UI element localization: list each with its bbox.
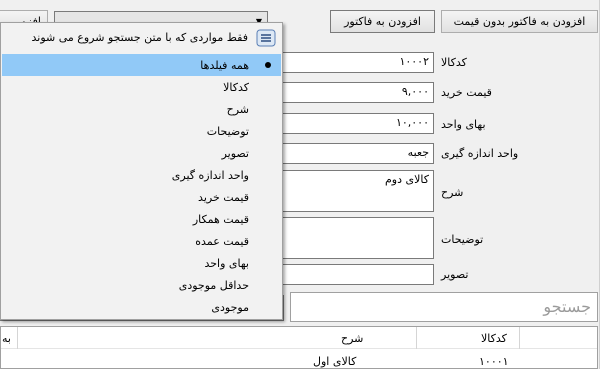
column-header-unit-price[interactable]: به	[2, 332, 11, 345]
add-to-invoice-button[interactable]: افزودن به فاکتور	[330, 10, 435, 33]
menu-item-label: کدکالا	[223, 80, 249, 94]
product-code-label: کدکالا	[441, 56, 467, 69]
menu-item-label: توضیحات	[206, 124, 249, 138]
notes-label: توضیحات	[441, 233, 484, 246]
menu-item-all-fields[interactable]: همه فیلدها	[2, 54, 281, 76]
menu-item-label: بهای واحد	[204, 256, 249, 270]
column-header-code[interactable]: کدکالا	[481, 332, 507, 345]
purchase-price-label: قیمت خرید	[441, 86, 492, 99]
image-field[interactable]	[278, 264, 434, 285]
menu-item-min-stock[interactable]: حداقل موجودی	[2, 274, 281, 296]
filter-lines-icon	[256, 29, 276, 47]
starts-with-option[interactable]: فقط مواردی که با متن جستجو شروع می شوند	[1, 23, 282, 53]
table-row-code[interactable]: ۱۰۰۰۱	[479, 355, 509, 368]
description-label: شرح	[441, 186, 464, 199]
menu-item-partner-price[interactable]: قیمت همکار	[2, 208, 281, 230]
unit-price-field[interactable]: ۱۰,۰۰۰	[278, 113, 434, 134]
search-fields-dropdown-menu[interactable]: فقط مواردی که با متن جستجو شروع می شوند …	[0, 22, 283, 320]
menu-item-label: شرح	[226, 102, 249, 116]
menu-item-label: همه فیلدها	[200, 58, 249, 72]
unit-price-label: بهای واحد	[441, 118, 486, 131]
table-row-description[interactable]: کالای اول	[313, 355, 356, 368]
menu-item-unit-price[interactable]: بهای واحد	[2, 252, 281, 274]
purchase-price-field[interactable]: ۹,۰۰۰	[278, 82, 434, 103]
column-header-description[interactable]: شرح	[341, 332, 363, 345]
add-to-invoice-without-price-button[interactable]: افزودن به فاکتور بدون قیمت	[441, 10, 598, 33]
menu-item-code[interactable]: کدکالا	[2, 76, 281, 98]
menu-item-label: قیمت همکار	[192, 212, 249, 226]
image-label: تصویر	[441, 268, 469, 281]
menu-item-stock[interactable]: موجودی	[2, 296, 281, 318]
selected-bullet-icon	[265, 62, 271, 68]
starts-with-option-label: فقط مواردی که با متن جستجو شروع می شوند	[31, 31, 249, 44]
menu-item-notes[interactable]: توضیحات	[2, 120, 281, 142]
search-input[interactable]: جستجو	[290, 292, 598, 322]
menu-item-description[interactable]: شرح	[2, 98, 281, 120]
unit-of-measure-field[interactable]: جعبه	[278, 143, 434, 164]
right-edge-scrollbar[interactable]	[599, 0, 605, 369]
description-field[interactable]: کالای دوم	[278, 170, 434, 212]
menu-item-label: قیمت خرید	[198, 190, 249, 204]
grid-header: کدکالا شرح به	[1, 327, 597, 349]
menu-item-label: قیمت عمده	[195, 234, 249, 248]
menu-item-wholesale-price[interactable]: قیمت عمده	[2, 230, 281, 252]
unit-of-measure-label: واحد اندازه گیری	[441, 147, 519, 160]
menu-item-image[interactable]: تصویر	[2, 142, 281, 164]
menu-item-label: تصویر	[221, 146, 249, 160]
notes-field[interactable]	[278, 217, 434, 259]
menu-item-unit-of-measure[interactable]: واحد اندازه گیری	[2, 164, 281, 186]
menu-item-label: حداقل موجودی	[178, 278, 249, 292]
menu-item-purchase-price[interactable]: قیمت خرید	[2, 186, 281, 208]
products-grid[interactable]: کدکالا شرح به ۱۰۰۰۱ کالای اول	[0, 326, 598, 369]
menu-item-label: واحد اندازه گیری	[171, 168, 249, 182]
menu-item-label: موجودی	[211, 300, 249, 314]
product-code-field[interactable]: ۱۰۰۰۲	[278, 52, 434, 73]
